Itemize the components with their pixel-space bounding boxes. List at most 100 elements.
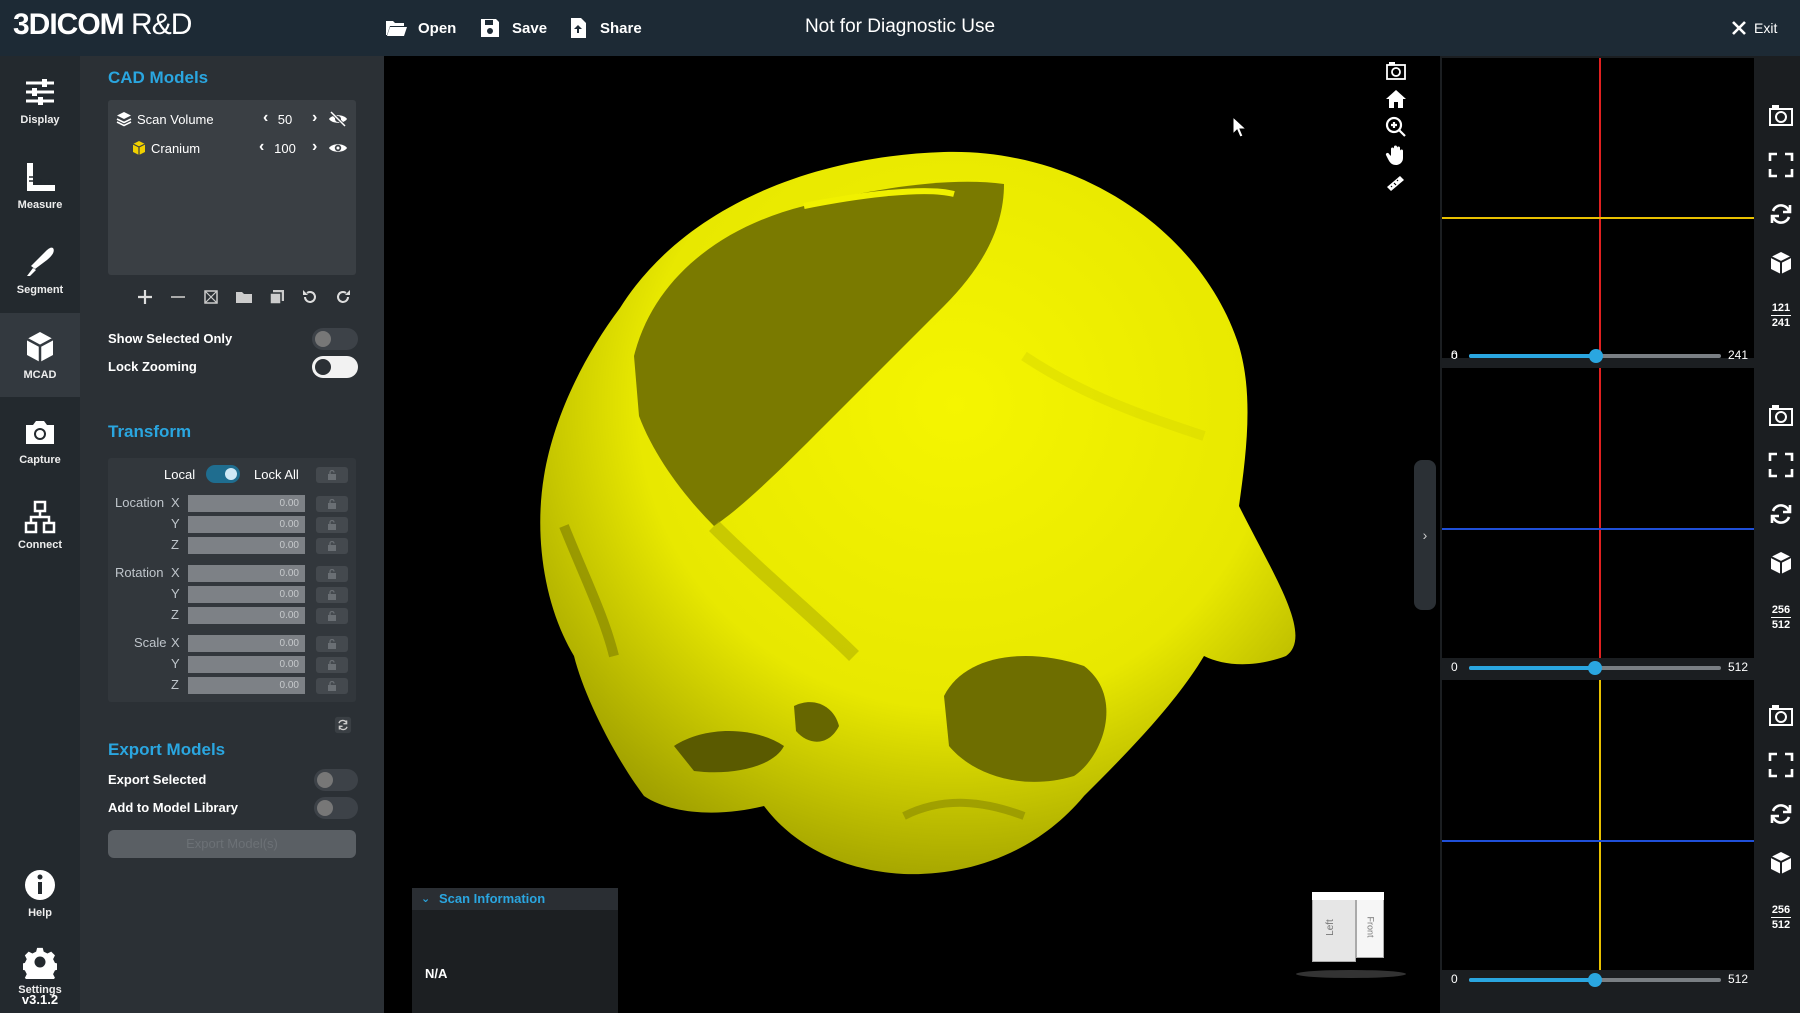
lock-rotation-x[interactable]	[316, 566, 348, 582]
slice-fullscreen-button[interactable]	[1766, 750, 1796, 780]
nav-measure[interactable]: Measure	[0, 143, 80, 227]
eye-slash-icon[interactable]	[328, 111, 348, 127]
add-model-button[interactable]	[134, 286, 156, 308]
folder-button[interactable]	[233, 286, 255, 308]
nav-display[interactable]: Display	[0, 58, 80, 142]
rotation-y-field[interactable]: 0.00	[188, 586, 305, 603]
opacity-decrease-button[interactable]: ‹	[259, 138, 264, 156]
lock-scale-y[interactable]	[316, 657, 348, 673]
cad-models-title: CAD Models	[108, 68, 209, 87]
export-selected-row: Export Selected	[108, 769, 358, 791]
opacity-increase-button[interactable]: ›	[312, 109, 317, 127]
lock-rotation-z[interactable]	[316, 608, 348, 624]
lock-location-z[interactable]	[316, 538, 348, 554]
undo-button[interactable]	[299, 286, 321, 308]
fit-icon	[204, 290, 218, 304]
slice-fullscreen-button[interactable]	[1766, 150, 1796, 180]
chevron-down-icon: ⌄	[421, 893, 431, 905]
reset-transform-button[interactable]	[334, 716, 354, 736]
lock-location-y[interactable]	[316, 517, 348, 533]
lock-rotation-y[interactable]	[316, 587, 348, 603]
slice-view-axial[interactable]: 0	[1442, 58, 1754, 358]
nav-capture[interactable]: Capture	[0, 398, 80, 482]
slice-3d-button[interactable]	[1766, 848, 1796, 878]
redo-button[interactable]	[332, 286, 354, 308]
slice-slider-handle[interactable]	[1588, 349, 1603, 363]
slice-slider-track[interactable]	[1469, 973, 1721, 987]
model-name: Scan Volume	[137, 111, 214, 127]
measure-tool-button[interactable]	[1385, 172, 1409, 196]
opacity-increase-button[interactable]: ›	[312, 138, 317, 156]
sliders-icon	[26, 78, 54, 105]
export-models-button[interactable]: Export Model(s)	[108, 830, 356, 858]
location-z-field[interactable]: 0.00	[188, 537, 305, 554]
undo-icon	[303, 290, 316, 303]
slice-snapshot-button[interactable]	[1766, 401, 1796, 431]
pan-button[interactable]	[1385, 144, 1409, 168]
location-x-field[interactable]: 0.00	[188, 495, 305, 512]
duplicate-button[interactable]	[266, 286, 288, 308]
save-button[interactable]: Save	[478, 14, 547, 42]
slice-snapshot-button[interactable]	[1766, 701, 1796, 731]
export-selected-toggle[interactable]	[314, 769, 358, 791]
local-toggle[interactable]	[206, 465, 240, 483]
slice-slider-handle[interactable]	[1588, 973, 1602, 987]
exit-label: Exit	[1754, 20, 1778, 36]
3d-viewport[interactable]: ⌄ Scan Information N/A Left Front	[384, 56, 1440, 1013]
lock-scale-x[interactable]	[316, 636, 348, 652]
remove-model-button[interactable]	[167, 286, 189, 308]
slice-3d-button[interactable]	[1766, 548, 1796, 578]
orientation-cube[interactable]: Left Front	[1292, 892, 1406, 980]
add-to-library-toggle[interactable]	[314, 797, 358, 819]
show-selected-only-toggle[interactable]	[312, 328, 358, 350]
zoom-button[interactable]	[1385, 116, 1409, 140]
eye-icon[interactable]	[328, 140, 348, 156]
slice-view-coronal[interactable]	[1442, 368, 1754, 658]
rotation-z-field[interactable]: 0.00	[188, 607, 305, 624]
slice-slider-handle[interactable]	[1588, 661, 1602, 675]
home-view-button[interactable]	[1385, 88, 1409, 112]
nav-segment[interactable]: Segment	[0, 228, 80, 312]
slice-reset-button[interactable]	[1766, 199, 1796, 229]
local-label: Local	[164, 467, 196, 482]
slice-snapshot-button[interactable]	[1766, 101, 1796, 131]
slice-max-label: 512	[1728, 972, 1749, 986]
slice-view-sagittal[interactable]	[1442, 680, 1754, 970]
exit-button[interactable]: Exit	[1730, 14, 1777, 42]
nav-mcad[interactable]: MCAD	[0, 313, 80, 397]
location-y-field[interactable]: 0.00	[188, 516, 305, 533]
fit-model-button[interactable]	[200, 286, 222, 308]
model-row-cranium[interactable]: Cranium ‹ 100 ›	[108, 135, 356, 161]
slice-reset-button[interactable]	[1766, 499, 1796, 529]
lock-all-button[interactable]	[316, 467, 348, 483]
model-row-scan-volume[interactable]: Scan Volume ‹ 50 ›	[108, 106, 356, 132]
axis-y-label: Y	[171, 516, 180, 531]
axis-z-label: Z	[171, 677, 179, 692]
collapse-right-panel-button[interactable]: ›	[1414, 460, 1436, 610]
slice-slider-track[interactable]	[1469, 349, 1721, 363]
rotation-x-field[interactable]: 0.00	[188, 565, 305, 582]
slice-slider-track[interactable]	[1469, 661, 1721, 675]
nav-connect[interactable]: Connect	[0, 483, 80, 567]
lock-scale-z[interactable]	[316, 678, 348, 694]
share-button[interactable]: Share	[566, 14, 642, 42]
scale-y-field[interactable]: 0.00	[188, 656, 305, 673]
slice-reset-button[interactable]	[1766, 799, 1796, 829]
home-icon	[1386, 90, 1406, 108]
slice-3d-button[interactable]	[1766, 248, 1796, 278]
open-button[interactable]: Open	[384, 14, 456, 42]
refresh-icon	[334, 716, 352, 734]
lock-zooming-toggle[interactable]	[312, 356, 358, 378]
opacity-decrease-button[interactable]: ‹	[263, 109, 268, 127]
export-selected-label: Export Selected	[108, 772, 207, 787]
slice-fullscreen-button[interactable]	[1766, 450, 1796, 480]
scale-z-field[interactable]: 0.00	[188, 677, 305, 694]
nav-display-label: Display	[20, 113, 60, 126]
model-name: Cranium	[151, 140, 201, 156]
scale-x-field[interactable]: 0.00	[188, 635, 305, 652]
snapshot-button[interactable]	[1385, 60, 1409, 84]
lock-icon	[328, 520, 336, 530]
scan-information-header[interactable]: ⌄ Scan Information	[412, 888, 618, 910]
lock-location-x[interactable]	[316, 496, 348, 512]
nav-help[interactable]: Help	[0, 851, 80, 935]
